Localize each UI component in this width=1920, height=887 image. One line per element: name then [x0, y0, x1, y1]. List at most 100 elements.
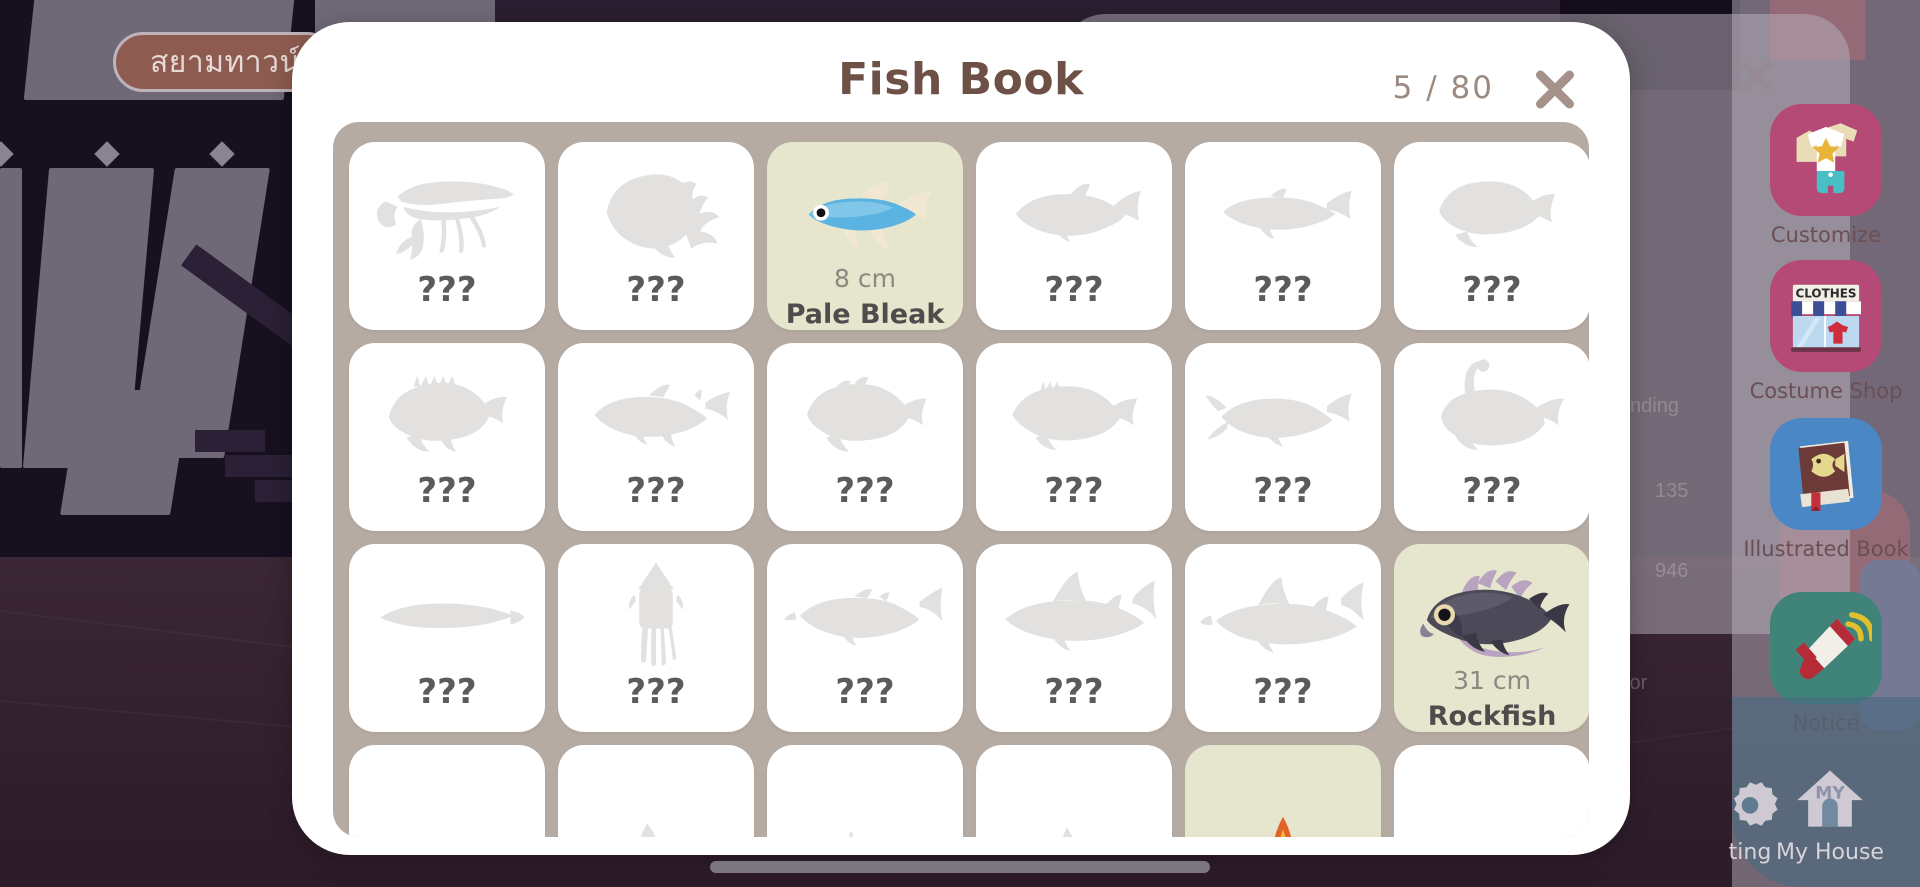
fish-cell-unknown[interactable]: ???: [1185, 343, 1381, 531]
fish-cell-discovered[interactable]: [1185, 745, 1381, 837]
fish-cell-unknown[interactable]: ???: [349, 142, 545, 330]
minnow-icon: [1195, 156, 1371, 268]
fish-book-modal: Fish Book 5 / 80 ?????? 8 cm Pale Bleak???…: [292, 22, 1630, 855]
trout2-icon: [568, 357, 744, 469]
sidebar-label-my-house: My House: [1776, 840, 1884, 865]
modal-header: Fish Book 5 / 80: [292, 22, 1630, 122]
fish-cell-unknown[interactable]: ???: [767, 544, 963, 732]
fish-cell-unknown[interactable]: [349, 745, 545, 837]
fish-unknown-label: ???: [1253, 270, 1313, 310]
carp-icon: [1404, 156, 1580, 268]
spiny-sunfish-icon: [359, 357, 535, 469]
bg-staircase: [195, 430, 265, 452]
fish-unknown-label: ???: [1044, 471, 1104, 511]
megaphone-icon: [1770, 592, 1882, 704]
catfish-icon: [1195, 357, 1371, 469]
sidebar-label-illustrated-book: Illustrated Book: [1743, 537, 1909, 561]
fish-unknown-label: ???: [626, 471, 686, 511]
shark-icon: [986, 558, 1162, 670]
right-sidebar: Customize CLOTHES Costume Shop Illustrat…: [1729, 0, 1920, 887]
shop-icon: CLOTHES: [1770, 260, 1882, 372]
close-icon[interactable]: [1526, 60, 1582, 116]
fish-size-label: 8 cm: [834, 264, 896, 293]
partial-found-icon: [1195, 759, 1371, 837]
fish-unknown-label: ???: [1253, 471, 1313, 511]
tuna-icon: [777, 558, 953, 670]
tshirt-icon: [1770, 104, 1882, 216]
bg-ghost-text: 135: [1655, 480, 1689, 502]
bg-ghost-text: nding: [1630, 395, 1679, 417]
place-name-label: สยามทาวน์: [150, 44, 301, 80]
sidebar-item-setting[interactable]: ting: [1718, 772, 1782, 865]
fish-size-label: 31 cm: [1453, 666, 1531, 695]
fish-cell-unknown[interactable]: ???: [767, 343, 963, 531]
fish-unknown-label: ???: [835, 672, 895, 712]
fish-name-label: Pale Bleak: [785, 299, 945, 330]
fish-cell-unknown[interactable]: ???: [1185, 544, 1381, 732]
squid-icon: [568, 558, 744, 670]
anglerfish-icon: [1404, 357, 1580, 469]
bass-icon: [777, 357, 953, 469]
partial4-icon: [986, 759, 1162, 837]
goldfish-icon: [568, 156, 744, 268]
svg-text:CLOTHES: CLOTHES: [1795, 287, 1856, 301]
fish-grid-container[interactable]: ?????? 8 cm Pale Bleak????????????????????…: [333, 122, 1589, 837]
fish-cell-discovered[interactable]: 8 cm Pale Bleak: [767, 142, 963, 330]
bg-ghost-text: 946: [1655, 560, 1689, 582]
partial6-icon: [1404, 759, 1580, 837]
fish-cell-unknown[interactable]: ???: [976, 343, 1172, 531]
fish-cell-unknown[interactable]: [558, 745, 754, 837]
sidebar-item-costume-shop[interactable]: CLOTHES Costume Shop: [1732, 260, 1920, 404]
fish-unknown-label: ???: [417, 672, 477, 712]
collection-counter: 5 / 80: [1392, 70, 1494, 106]
sidebar-item-illustrated-book[interactable]: Illustrated Book: [1732, 418, 1920, 562]
fish-unknown-label: ???: [835, 471, 895, 511]
sidebar-label-setting: ting: [1728, 840, 1772, 865]
fish-cell-unknown[interactable]: ???: [349, 544, 545, 732]
fish-cell-unknown[interactable]: ???: [1394, 142, 1589, 330]
pale-bleak-icon: [777, 156, 953, 266]
gear-icon: [1734, 782, 1778, 826]
fish-cell-unknown[interactable]: [1394, 745, 1589, 837]
partial2-icon: [568, 759, 744, 837]
fish-name-label: Rockfish: [1427, 701, 1557, 732]
fish-unknown-label: ???: [417, 270, 477, 310]
fish-unknown-label: ???: [626, 270, 686, 310]
fish-unknown-label: ???: [1462, 270, 1522, 310]
fish-grid: ?????? 8 cm Pale Bleak????????????????????…: [349, 142, 1589, 837]
fish-cell-unknown[interactable]: ???: [976, 142, 1172, 330]
fish-cell-unknown[interactable]: ???: [1185, 142, 1381, 330]
fish-cell-unknown[interactable]: ???: [1394, 343, 1589, 531]
house-icon: MY: [1797, 770, 1863, 827]
fish-cell-unknown[interactable]: ???: [976, 544, 1172, 732]
fish-book-icon: [1770, 418, 1882, 530]
sidebar-item-customize[interactable]: Customize: [1732, 104, 1920, 248]
hammerhead-icon: [1195, 558, 1371, 670]
fish-cell-unknown[interactable]: ???: [349, 343, 545, 531]
perch-icon: [986, 357, 1162, 469]
bg-window: [60, 390, 190, 515]
fish-cell-discovered[interactable]: 31 cm Rockfish: [1394, 544, 1589, 732]
eel-icon: [359, 558, 535, 670]
fish-unknown-label: ???: [626, 672, 686, 712]
fish-cell-unknown[interactable]: ???: [558, 142, 754, 330]
trout-icon: [986, 156, 1162, 268]
partial1-icon: [359, 759, 535, 837]
svg-text:MY: MY: [1815, 784, 1845, 804]
sidebar-label-customize: Customize: [1770, 223, 1882, 247]
bg-staircase: [225, 455, 295, 477]
fish-unknown-label: ???: [1044, 270, 1104, 310]
sidebar-label-costume-shop: Costume Shop: [1749, 379, 1903, 403]
sidebar-item-my-house[interactable]: MY My House: [1776, 758, 1884, 865]
fish-unknown-label: ???: [417, 471, 477, 511]
fish-cell-unknown[interactable]: ???: [558, 343, 754, 531]
rockfish-icon: [1404, 558, 1580, 668]
fish-cell-unknown[interactable]: [976, 745, 1172, 837]
fish-cell-unknown[interactable]: ???: [558, 544, 754, 732]
crayfish-icon: [359, 156, 535, 268]
fish-unknown-label: ???: [1462, 471, 1522, 511]
fish-unknown-label: ???: [1044, 672, 1104, 712]
partial3-icon: [777, 759, 953, 837]
fish-cell-unknown[interactable]: [767, 745, 963, 837]
bg-window: [0, 168, 22, 468]
